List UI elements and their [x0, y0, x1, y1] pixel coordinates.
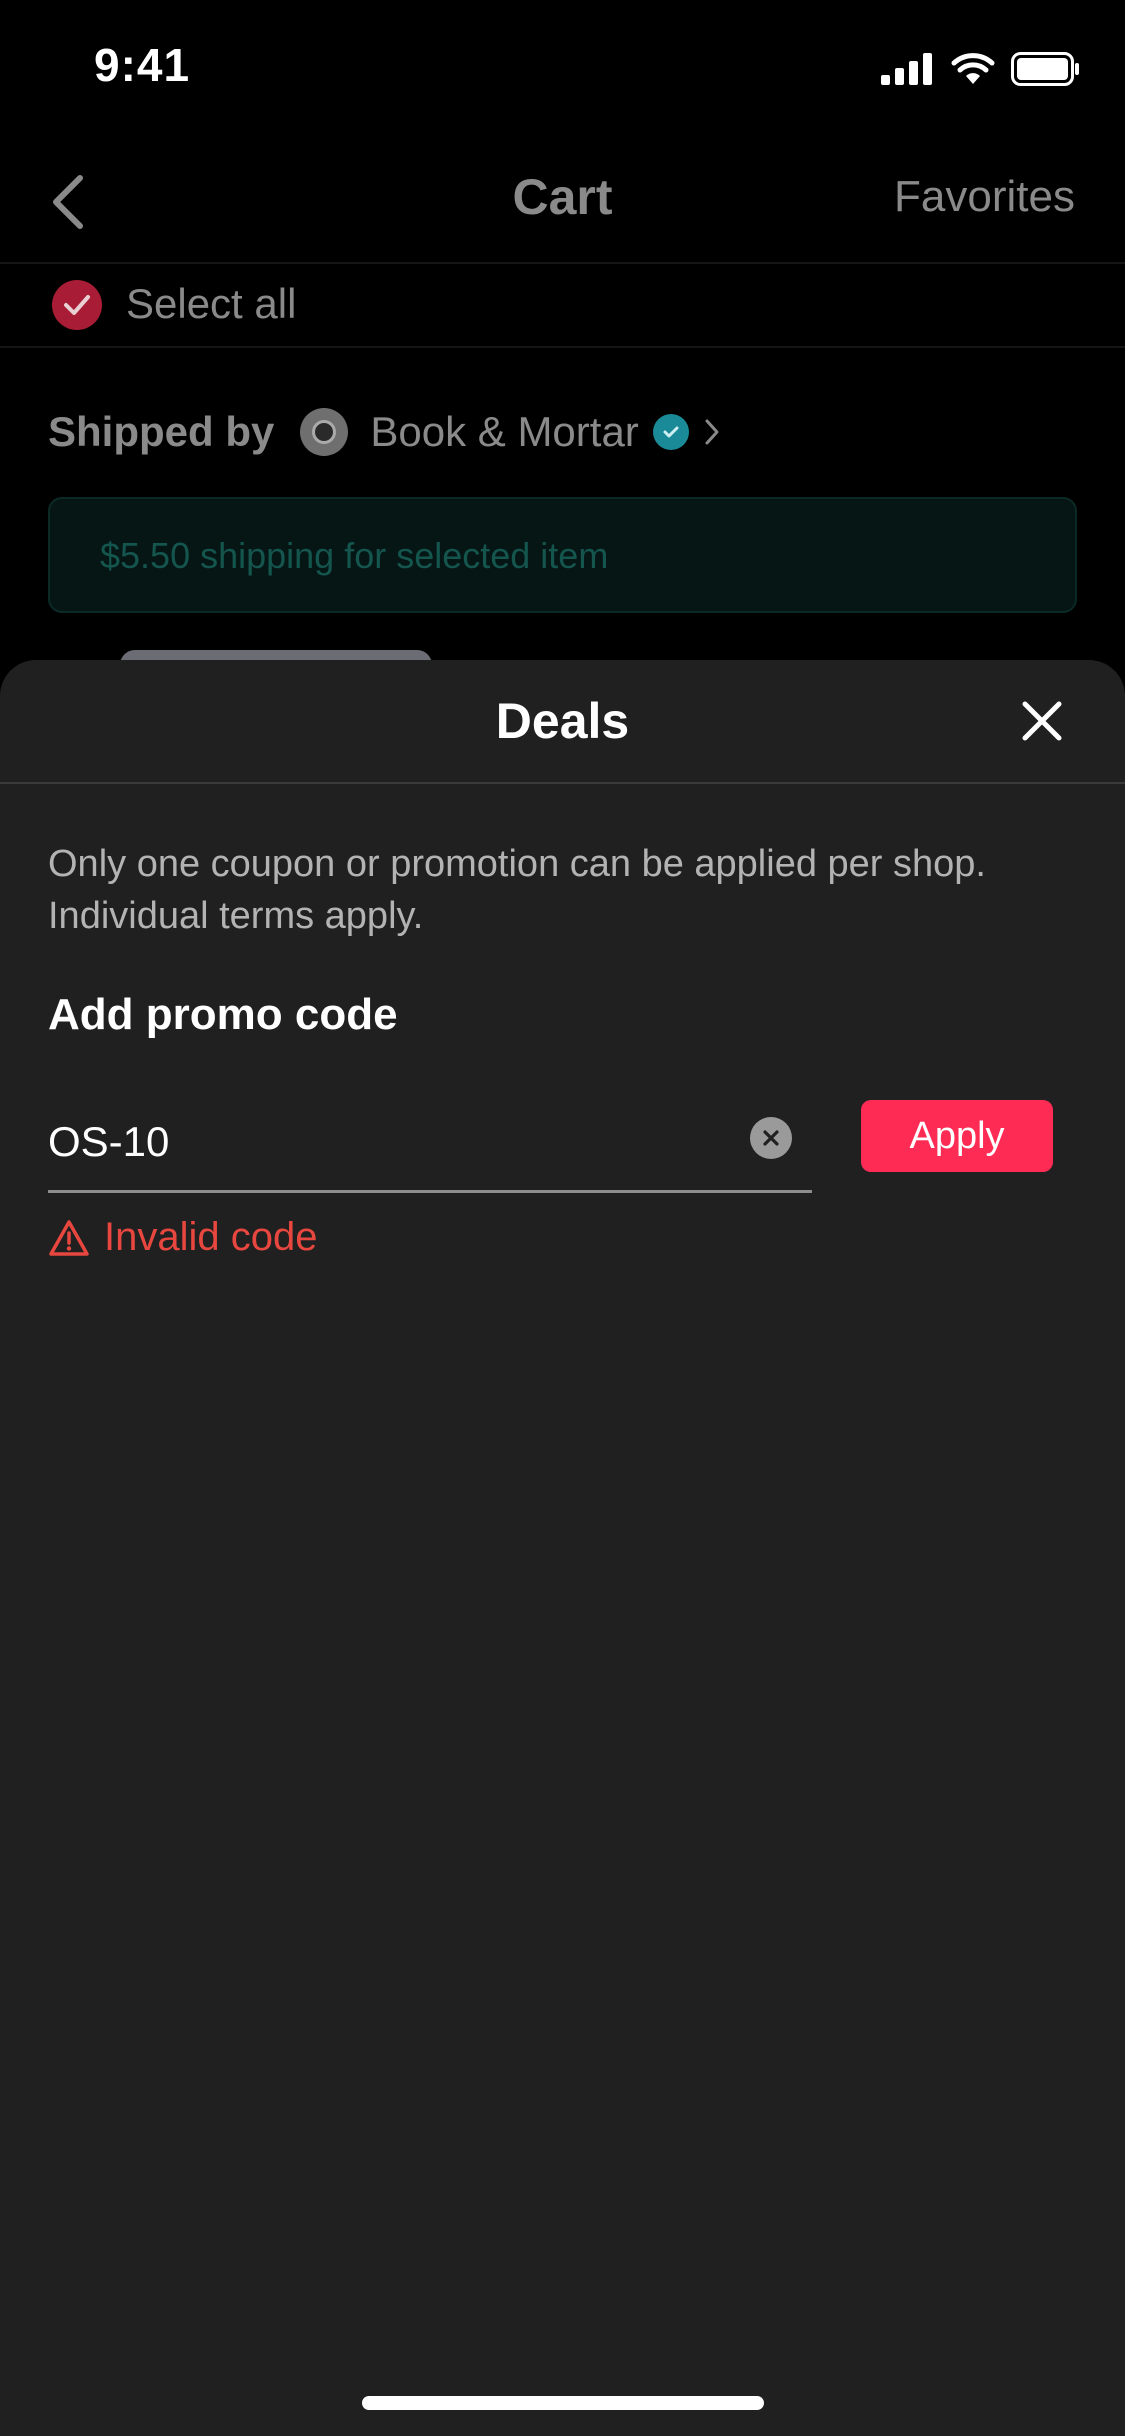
shop-name[interactable]: Book & Mortar	[370, 408, 638, 456]
favorites-link[interactable]: Favorites	[894, 172, 1075, 222]
deals-sheet: Deals Only one coupon or promotion can b…	[0, 660, 1125, 2436]
clear-input-button[interactable]	[750, 1117, 792, 1159]
checkmark-icon	[64, 295, 90, 315]
error-text: Invalid code	[104, 1215, 318, 1259]
sheet-header: Deals	[0, 660, 1125, 784]
cart-header: Cart Favorites	[0, 130, 1125, 264]
select-all-label: Select all	[126, 280, 297, 327]
coupon-notice: Only one coupon or promotion can be appl…	[48, 843, 986, 937]
verified-badge-icon	[652, 414, 689, 450]
warning-icon	[49, 1219, 89, 1256]
shipped-by-label: Shipped by	[48, 408, 275, 455]
sheet-title: Deals	[495, 693, 630, 749]
chevron-right-icon	[705, 419, 719, 445]
promo-heading: Add promo code	[48, 990, 398, 1039]
promo-code-input[interactable]	[48, 1100, 728, 1184]
promo-code-field[interactable]	[48, 1100, 812, 1193]
home-indicator	[362, 2396, 764, 2410]
cart-page-background: Cart Favorites Select all Shipped by Boo…	[0, 0, 1125, 680]
apply-button[interactable]: Apply	[861, 1100, 1053, 1172]
select-all-row[interactable]: Select all	[0, 264, 1125, 348]
shop-avatar	[300, 408, 349, 456]
shipping-banner: $5.50 shipping for selected item	[48, 497, 1077, 613]
error-message: Invalid code	[48, 1215, 317, 1260]
shipped-by-row[interactable]: Shipped by Book & Mortar	[48, 400, 721, 464]
clear-x-icon	[763, 1130, 779, 1146]
select-all-checkbox[interactable]	[52, 280, 102, 330]
close-icon[interactable]	[1019, 698, 1065, 744]
shipping-banner-text: $5.50 shipping for selected item	[100, 535, 609, 576]
